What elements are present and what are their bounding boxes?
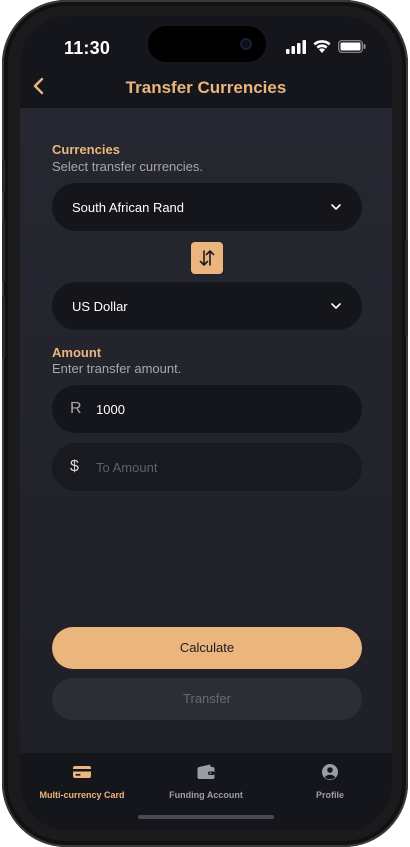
amount-title: Amount bbox=[52, 345, 102, 360]
to-amount-input[interactable] bbox=[94, 456, 314, 478]
transfer-button[interactable]: Transfer bbox=[52, 678, 362, 720]
side-button bbox=[2, 160, 5, 192]
nav-label: Multi-currency Card bbox=[39, 790, 125, 800]
to-amount-field[interactable]: $ bbox=[52, 443, 362, 491]
home-indicator bbox=[138, 815, 274, 819]
calculate-button[interactable]: Calculate bbox=[52, 627, 362, 669]
volume-down-button bbox=[2, 296, 5, 358]
page-title: Transfer Currencies bbox=[125, 78, 287, 97]
nav-item-multi-currency-card[interactable]: Multi-currency Card bbox=[20, 763, 144, 803]
volume-up-button bbox=[2, 220, 5, 282]
wifi-icon bbox=[313, 40, 331, 53]
from-currency-select[interactable]: South African Rand bbox=[52, 183, 362, 231]
device-frame: 11:30 Transfer Currencies Currencies Sel… bbox=[2, 0, 408, 847]
swap-currencies-button[interactable] bbox=[191, 242, 223, 274]
amount-subtitle: Enter transfer amount. bbox=[52, 361, 182, 376]
camera-icon bbox=[240, 38, 252, 50]
dollar-symbol: $ bbox=[70, 458, 79, 475]
screen: 11:30 Transfer Currencies Currencies Sel… bbox=[20, 16, 392, 831]
battery-icon bbox=[338, 40, 366, 53]
to-currency-select[interactable]: US Dollar bbox=[52, 282, 362, 330]
transfer-form: Currencies Select transfer currencies. S… bbox=[20, 108, 392, 753]
app-header: Transfer Currencies bbox=[20, 62, 392, 108]
nav-item-profile[interactable]: Profile bbox=[268, 763, 392, 803]
wallet-icon bbox=[197, 764, 215, 779]
swap-arrows-icon bbox=[199, 250, 215, 266]
nav-label: Funding Account bbox=[169, 790, 243, 800]
from-currency-value: South African Rand bbox=[72, 200, 185, 215]
nav-label: Profile bbox=[315, 790, 344, 800]
from-amount-field[interactable]: R bbox=[52, 385, 362, 433]
rand-symbol: R bbox=[70, 400, 82, 417]
currencies-title: Currencies bbox=[52, 142, 120, 157]
currencies-subtitle: Select transfer currencies. bbox=[52, 159, 204, 174]
from-amount-input[interactable] bbox=[94, 398, 314, 420]
chevron-down-icon bbox=[331, 204, 341, 210]
status-time: 11:30 bbox=[64, 38, 111, 58]
to-currency-value: US Dollar bbox=[72, 299, 128, 314]
chevron-down-icon bbox=[331, 303, 341, 309]
cellular-signal-icon bbox=[286, 40, 306, 54]
nav-item-funding-account[interactable]: Funding Account bbox=[144, 763, 268, 803]
power-button bbox=[405, 240, 408, 336]
bottom-nav: Multi-currency Card Funding Account Prof… bbox=[20, 753, 392, 831]
profile-icon bbox=[322, 764, 338, 780]
dynamic-island bbox=[148, 26, 266, 62]
card-icon bbox=[73, 766, 91, 778]
